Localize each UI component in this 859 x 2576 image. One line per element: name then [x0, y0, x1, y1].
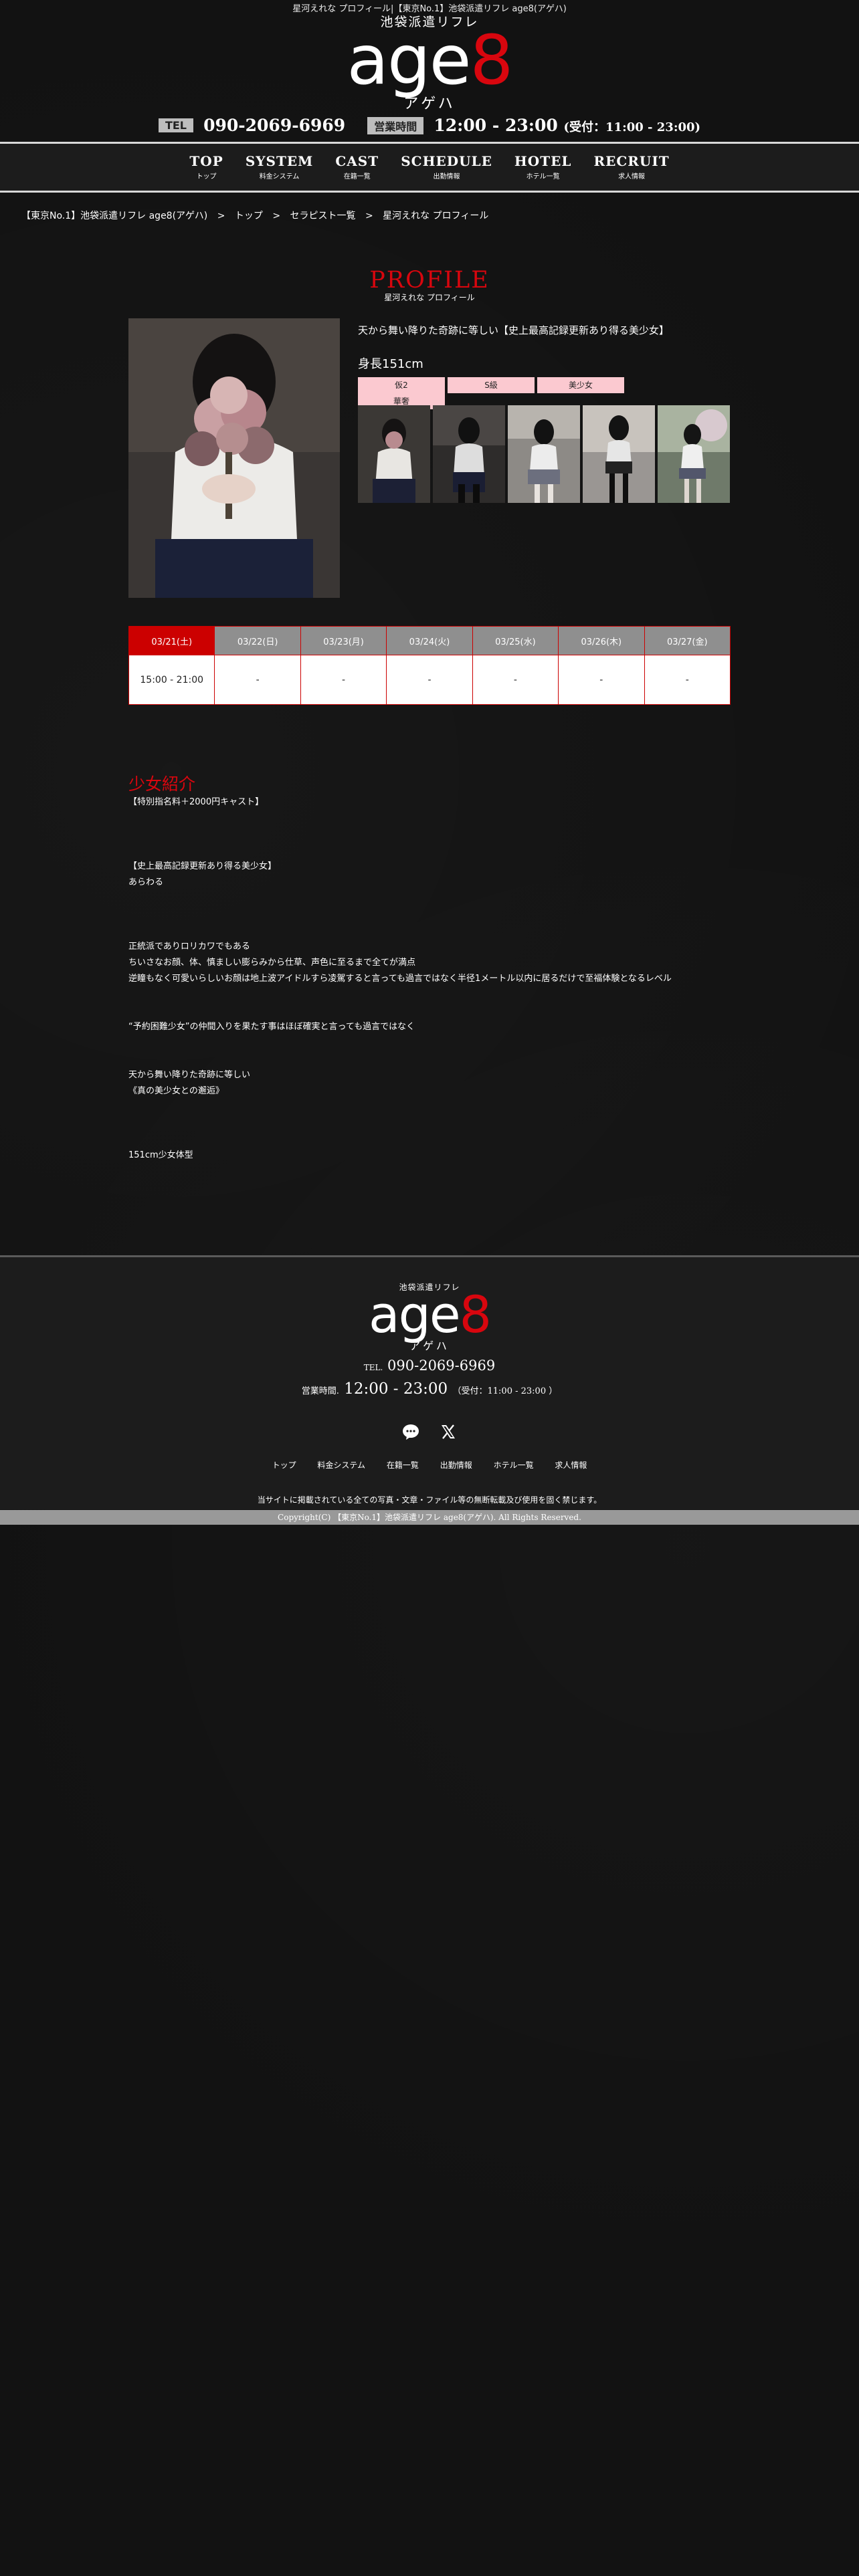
copyright-notice: 当サイトに掲載されている全ての写真・文章・ファイル等の無断転載及び使用を固く禁じ… [257, 1495, 602, 1505]
tag-badge: S級 [448, 377, 535, 393]
site-header: 星河えれな プロフィール|【東京No.1】池袋派遣リフレ age8(アゲハ) 池… [0, 0, 859, 142]
thumbnail-photo[interactable] [508, 405, 580, 503]
intro-line [128, 1132, 744, 1148]
breadcrumb-therapists[interactable]: セラピスト一覧 [290, 211, 356, 221]
intro-line [128, 1099, 744, 1115]
schedule-time: - [214, 655, 301, 705]
nav-hotel[interactable]: HOTEL ホテル一覧 [514, 144, 572, 181]
main-profile-photo[interactable] [128, 318, 340, 598]
footer-link-top[interactable]: トップ [272, 1461, 296, 1470]
breadcrumb-home[interactable]: 【東京No.1】池袋派遣リフレ age8(アゲハ) [21, 211, 207, 221]
intro-line: 正統派でありロリカワでもある [128, 942, 250, 952]
schedule-time: - [300, 655, 387, 705]
footer-link-schedule[interactable]: 出勤情報 [440, 1461, 472, 1470]
schedule-time: 15:00 - 21:00 [128, 655, 215, 705]
breadcrumb: 【東京No.1】池袋派遣リフレ age8(アゲハ) > トップ > セラピスト一… [21, 209, 495, 222]
footer-link-cast[interactable]: 在籍一覧 [387, 1461, 419, 1470]
schedule-date-today: 03/21(土) [128, 626, 215, 655]
weekly-schedule: 03/21(土) 03/22(日) 03/23(月) 03/24(火) 03/2… [128, 626, 731, 705]
intro-line: 《真の美少女との邂逅》 [128, 1086, 224, 1096]
schedule-time: - [644, 655, 731, 705]
social-links [0, 1423, 859, 1440]
schedule-time: - [386, 655, 473, 705]
intro-line: “予約困難少女”の仲間入りを果たす事はほぼ確実と言っても過言ではなく [128, 1022, 415, 1032]
intro-line: 天から舞い降りた奇跡に等しい [128, 1070, 251, 1080]
intro-line [128, 811, 744, 827]
intro-line: 【特別指名料＋2000円キャスト】 [128, 797, 264, 807]
schedule-date: 03/22(日) [214, 626, 301, 655]
photo-thumbnails [358, 405, 733, 503]
tel-number[interactable]: 090-2069-6969 [203, 116, 345, 135]
catch-copy: 天から舞い降りた奇跡に等しい【史上最高記録更新あり得る美少女】 [358, 324, 670, 336]
schedule-date: 03/23(月) [300, 626, 387, 655]
height-value: 身長151cm [358, 357, 423, 371]
schedule-date: 03/26(木) [558, 626, 645, 655]
footer-link-system[interactable]: 料金システム [317, 1461, 365, 1470]
intro-line [128, 907, 744, 923]
schedule-time: - [472, 655, 559, 705]
profile-title: PROFILE [369, 267, 490, 294]
tag-list: 仮2 S級 美少女 華奢 [358, 377, 712, 409]
intro-line [128, 987, 744, 1003]
intro-line [128, 1051, 744, 1067]
breadcrumb-separator: > [272, 211, 281, 221]
footer-link-recruit[interactable]: 求人情報 [555, 1461, 587, 1470]
intro-line: あらわる [128, 877, 164, 887]
schedule-time: - [558, 655, 645, 705]
breadcrumb-current: 星河えれな プロフィール [383, 211, 489, 221]
tel-label: TEL [158, 118, 193, 132]
nav-recruit[interactable]: RECRUIT 求人情報 [594, 144, 670, 181]
nav-cast[interactable]: CAST 在籍一覧 [335, 144, 379, 181]
intro-line [128, 891, 744, 907]
business-hours: 12:00 - 23:00 (受付：11:00 - 23:00) [434, 116, 701, 135]
schedule-date: 03/24(火) [386, 626, 473, 655]
thumbnail-photo[interactable] [583, 405, 655, 503]
footer-link-hotel[interactable]: ホテル一覧 [494, 1461, 534, 1470]
footer-logo-kana: アゲハ [409, 1339, 450, 1352]
x-twitter-icon[interactable] [440, 1423, 457, 1440]
thumbnail-photo[interactable] [433, 405, 505, 503]
schedule-date: 03/25(水) [472, 626, 559, 655]
breadcrumb-top[interactable]: トップ [235, 211, 263, 221]
footer-tel[interactable]: TEL. 090-2069-6969 [0, 1358, 859, 1374]
site-footer: 池袋派遣リフレ age8 アゲハ TEL. 090-2069-6969 営業時間… [0, 1255, 859, 1509]
logo-kana: アゲハ [403, 96, 456, 112]
hours-label: 営業時間 [367, 116, 424, 134]
intro-line [128, 843, 744, 859]
schedule-date: 03/27(金) [644, 626, 731, 655]
tag-badge: 仮2 [358, 377, 445, 393]
tag-badge: 美少女 [537, 377, 624, 393]
breadcrumb-separator: > [217, 211, 225, 221]
intro-line [128, 1115, 744, 1132]
intro-body: 【特別指名料＋2000円キャスト】 【史上最高記録更新あり得る美少女】 あらわる… [128, 794, 744, 1164]
nav-top[interactable]: TOP トップ [189, 144, 223, 181]
line-icon[interactable] [402, 1423, 419, 1440]
contact-row: TEL 090-2069-6969 営業時間 12:00 - 23:00 (受付… [0, 116, 859, 135]
footer-links: トップ 料金システム 在籍一覧 出勤情報 ホテル一覧 求人情報 [0, 1459, 859, 1471]
breadcrumb-separator: > [365, 211, 373, 221]
intro-line: 151cm少女体型 [128, 1150, 193, 1160]
intro-line: ちいさなお顔、体、慎ましい膨らみから仕草、声色に至るまで全てが満点 [128, 958, 416, 968]
intro-line [128, 923, 744, 939]
footer-logo-wordmark: age8 [369, 1285, 492, 1344]
nav-schedule[interactable]: SCHEDULE 出勤情報 [401, 144, 492, 181]
footer-hours: 営業時間. 12:00 - 23:00 （受付：11:00 - 23:00 ） [301, 1380, 558, 1398]
profile-heading: PROFILE 星河えれな プロフィール [0, 267, 859, 303]
thumbnail-photo[interactable] [358, 405, 430, 503]
nav-system[interactable]: SYSTEM 料金システム [246, 144, 313, 181]
copyright-bar: Copyright(C) 【東京No.1】池袋派遣リフレ age8(アゲハ). … [0, 1510, 859, 1525]
intro-line: 逆瞳もなく可愛いらしいお顔は地上波アイドルすら凌駕すると言っても過言ではなく半径… [128, 974, 672, 984]
intro-line: 【史上最高記録更新あり得る美少女】 [128, 861, 277, 871]
thumbnail-photo[interactable] [658, 405, 730, 503]
intro-line [128, 1035, 744, 1051]
logo-wordmark: age8 [347, 21, 514, 100]
site-logo[interactable]: 池袋派遣リフレ age8 アゲハ [0, 12, 859, 113]
intro-heading: 少女紹介 [128, 774, 196, 794]
intro-line [128, 1003, 744, 1019]
intro-line [128, 827, 744, 843]
footer-logo[interactable]: 池袋派遣リフレ age8 アゲハ [0, 1281, 859, 1353]
main-nav: TOP トップ SYSTEM 料金システム CAST 在籍一覧 SCHEDULE 出勤情… [0, 142, 859, 193]
profile-subtitle: 星河えれな プロフィール [384, 293, 475, 302]
